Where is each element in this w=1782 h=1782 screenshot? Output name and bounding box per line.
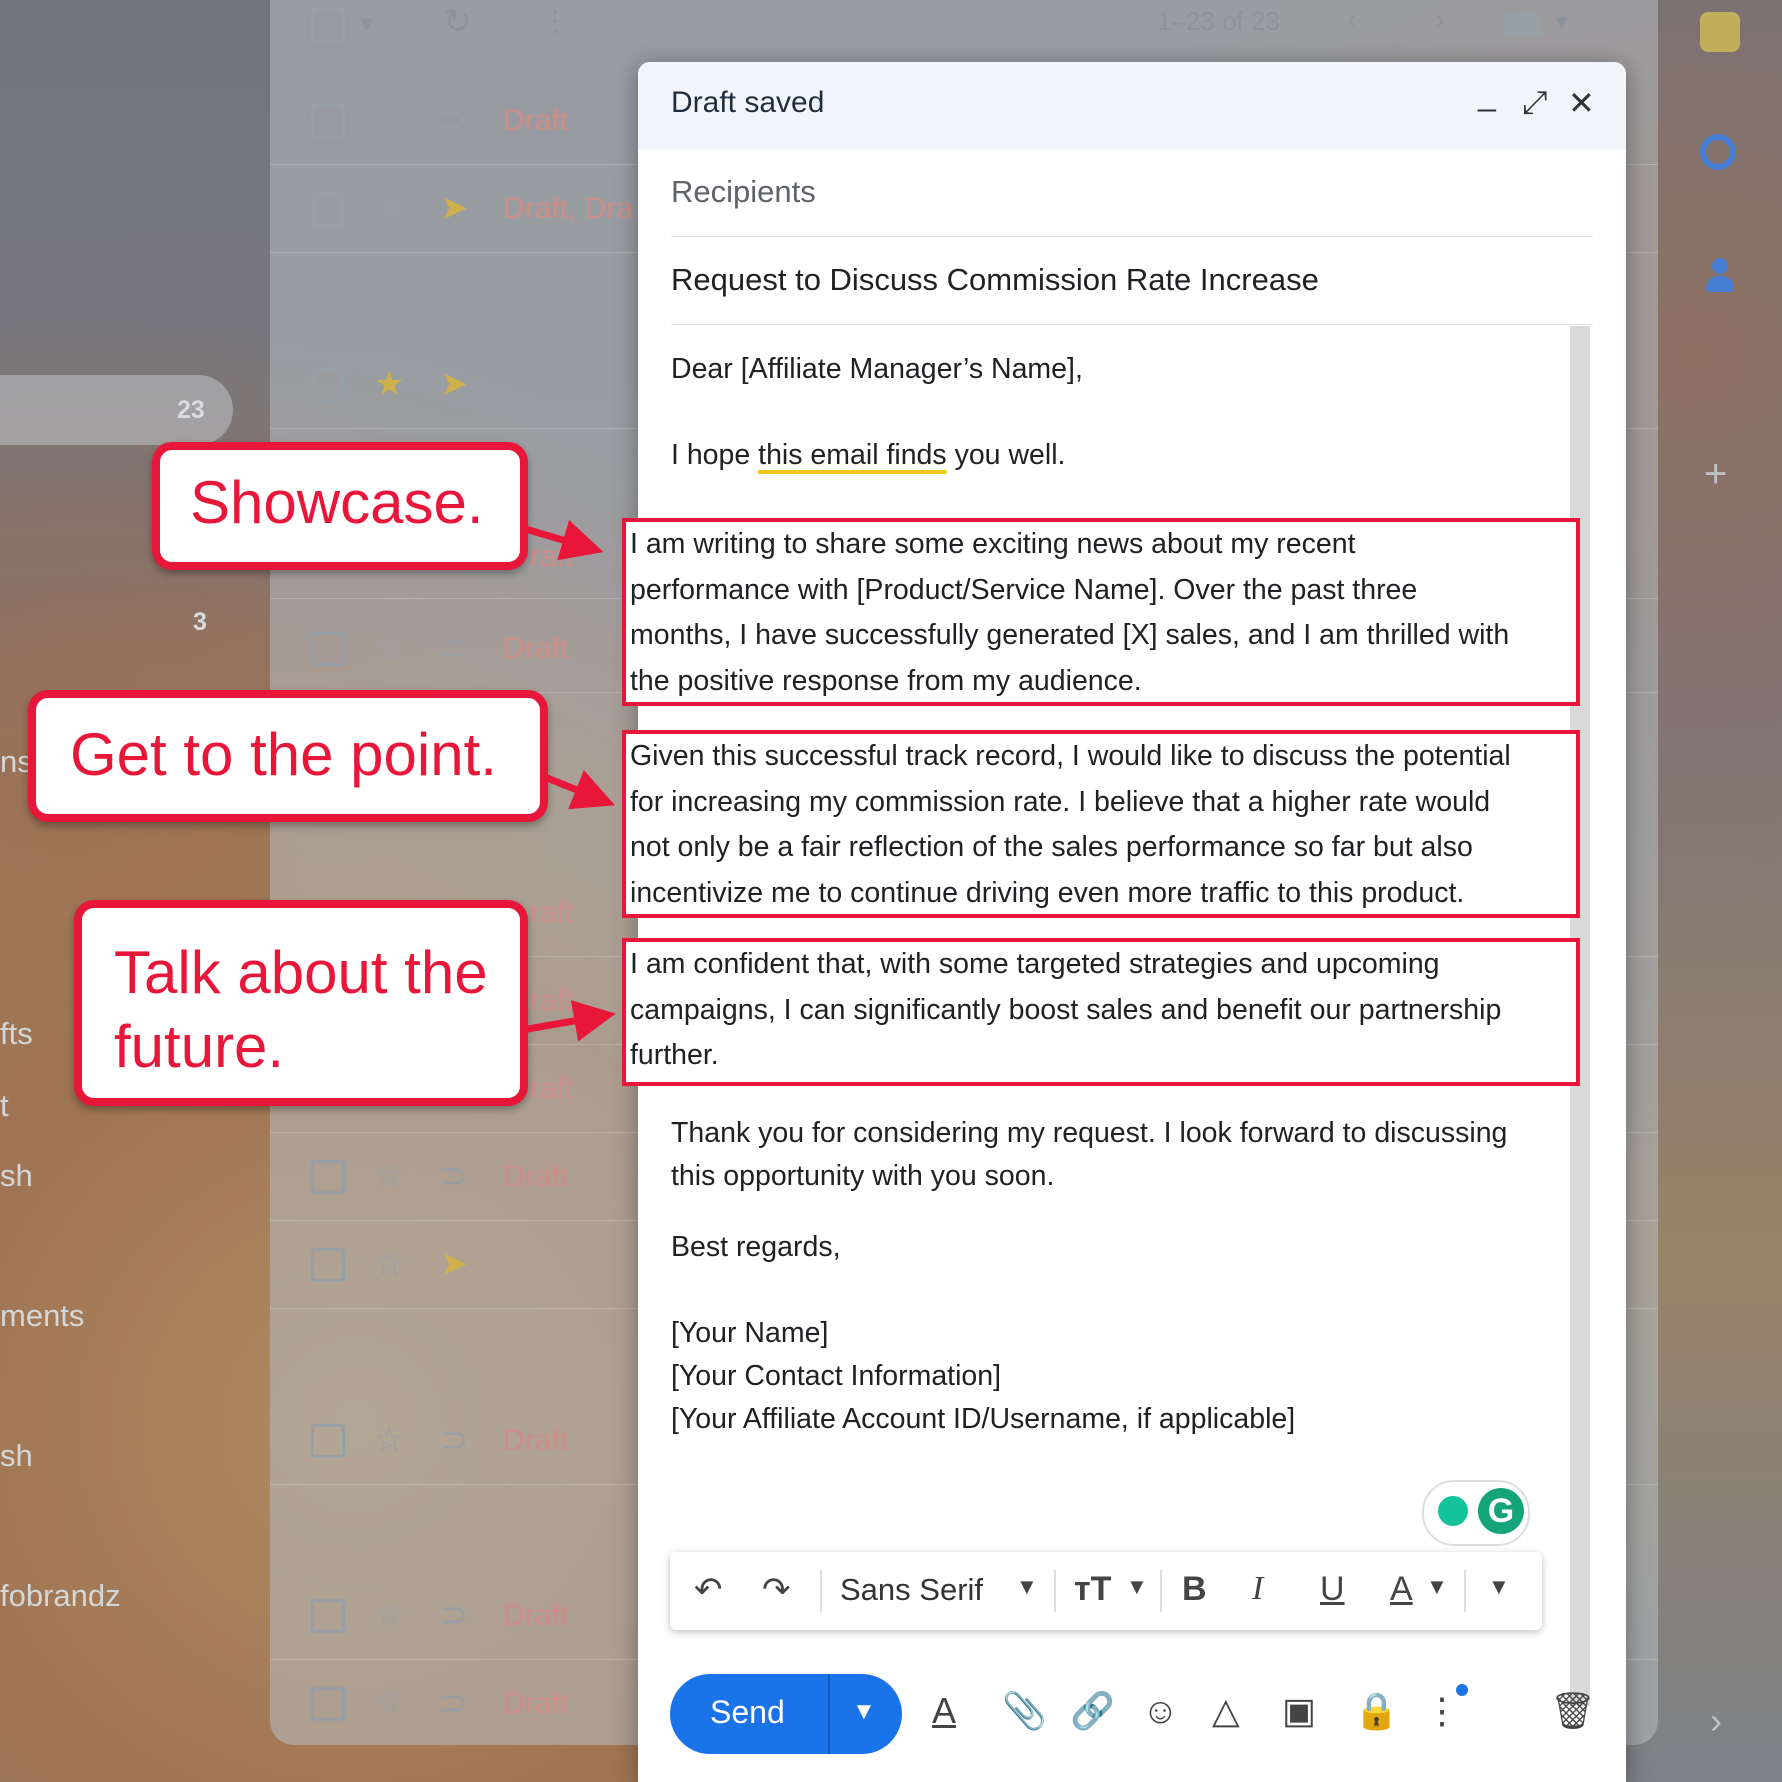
arrow-point (540, 770, 615, 810)
arrow-showcase (521, 519, 604, 561)
callout-arrows (521, 519, 616, 1042)
arrow-future (521, 1000, 616, 1042)
